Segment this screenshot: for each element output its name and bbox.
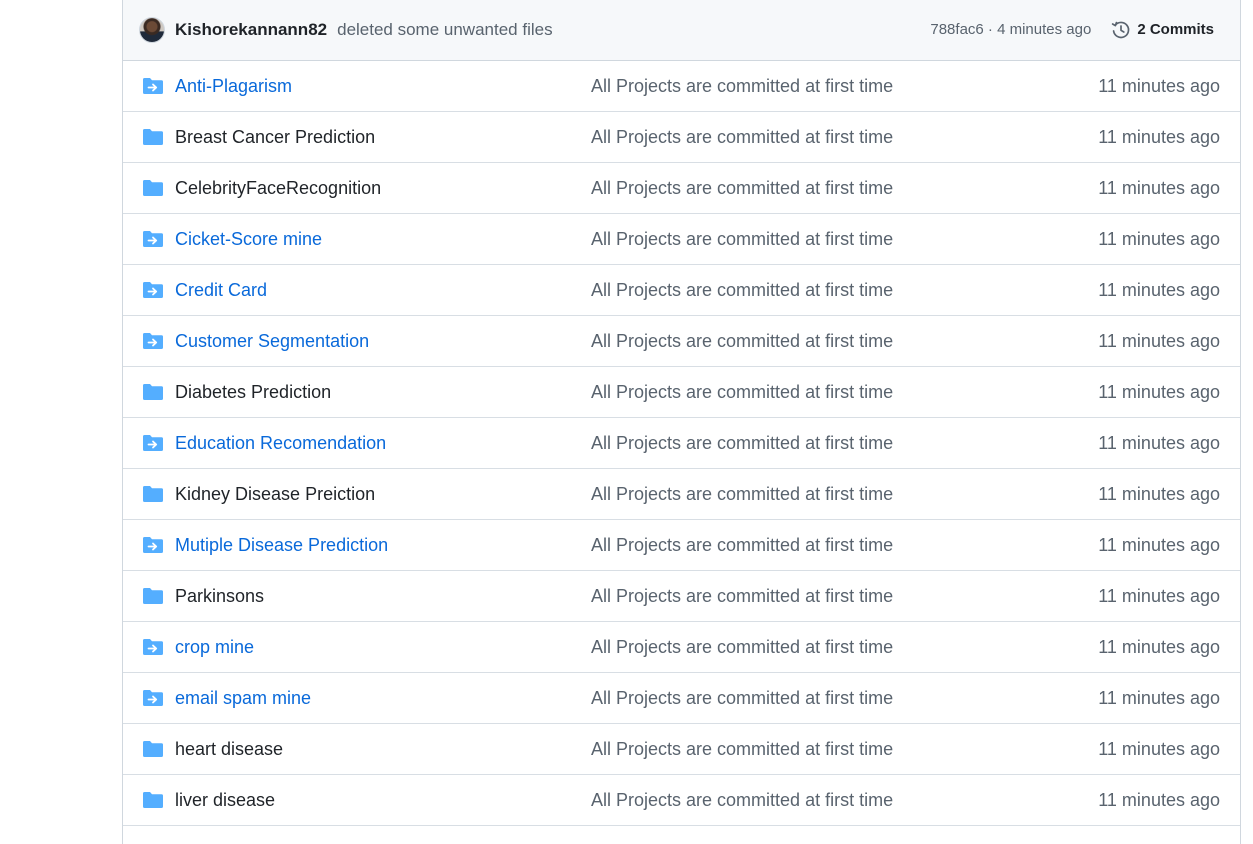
file-name[interactable]: CelebrityFaceRecognition: [175, 178, 591, 199]
latest-commit-bar: Kishorekannann82 deleted some unwanted f…: [123, 0, 1240, 61]
file-row[interactable]: Credit Card All Projects are committed a…: [123, 265, 1240, 316]
file-commit-message[interactable]: All Projects are committed at first time: [591, 535, 1098, 556]
file-row[interactable]: CelebrityFaceRecognition All Projects ar…: [123, 163, 1240, 214]
file-row[interactable]: Customer Segmentation All Projects are c…: [123, 316, 1240, 367]
file-row[interactable]: Parkinsons All Projects are committed at…: [123, 571, 1240, 622]
commit-author[interactable]: Kishorekannann82: [175, 20, 327, 40]
file-name[interactable]: Diabetes Prediction: [175, 382, 591, 403]
file-commit-age: 11 minutes ago: [1098, 789, 1220, 810]
file-row[interactable]: Anti-Plagarism All Projects are committe…: [123, 61, 1240, 112]
file-commit-message[interactable]: All Projects are committed at first time: [591, 433, 1098, 454]
file-commit-age: 11 minutes ago: [1098, 228, 1220, 249]
file-commit-message[interactable]: All Projects are committed at first time: [591, 280, 1098, 301]
submodule-folder-icon: [142, 638, 164, 656]
history-icon: [1112, 21, 1130, 38]
file-commit-age: 11 minutes ago: [1098, 126, 1220, 147]
file-list: Anti-Plagarism All Projects are committe…: [123, 61, 1240, 826]
file-name[interactable]: email spam mine: [175, 688, 591, 709]
file-name[interactable]: Kidney Disease Preiction: [175, 484, 591, 505]
file-commit-message[interactable]: All Projects are committed at first time: [591, 484, 1098, 505]
file-commit-age: 11 minutes ago: [1098, 636, 1220, 657]
file-commit-age: 11 minutes ago: [1098, 585, 1220, 606]
file-commit-message[interactable]: All Projects are committed at first time: [591, 586, 1098, 607]
file-commit-message[interactable]: All Projects are committed at first time: [591, 178, 1098, 199]
file-name[interactable]: Customer Segmentation: [175, 331, 591, 352]
file-commit-age: 11 minutes ago: [1098, 279, 1220, 300]
commits-button[interactable]: 2 Commits: [1111, 20, 1214, 40]
file-row[interactable]: Kidney Disease Preiction All Projects ar…: [123, 469, 1240, 520]
file-commit-age: 11 minutes ago: [1098, 330, 1220, 351]
file-row[interactable]: Breast Cancer Prediction All Projects ar…: [123, 112, 1240, 163]
file-name[interactable]: Education Recomendation: [175, 433, 591, 454]
file-commit-message[interactable]: All Projects are committed at first time: [591, 331, 1098, 352]
folder-icon: [142, 179, 164, 197]
submodule-folder-icon: [142, 281, 164, 299]
folder-icon: [142, 383, 164, 401]
commit-message[interactable]: deleted some unwanted files: [337, 20, 552, 40]
file-name[interactable]: liver disease: [175, 790, 591, 811]
file-commit-message[interactable]: All Projects are committed at first time: [591, 790, 1098, 811]
file-commit-age: 11 minutes ago: [1098, 687, 1220, 708]
file-commit-message[interactable]: All Projects are committed at first time: [591, 76, 1098, 97]
file-row[interactable]: liver disease All Projects are committed…: [123, 775, 1240, 826]
file-name[interactable]: Cicket-Score mine: [175, 229, 591, 250]
folder-icon: [142, 485, 164, 503]
commits-count-label: 2 Commits: [1137, 21, 1214, 38]
file-name[interactable]: Breast Cancer Prediction: [175, 127, 591, 148]
file-name[interactable]: crop mine: [175, 637, 591, 658]
folder-icon: [142, 740, 164, 758]
submodule-folder-icon: [142, 332, 164, 350]
submodule-folder-icon: [142, 77, 164, 95]
folder-icon: [142, 791, 164, 809]
file-row[interactable]: heart disease All Projects are committed…: [123, 724, 1240, 775]
file-name[interactable]: Mutiple Disease Prediction: [175, 535, 591, 556]
file-commit-age: 11 minutes ago: [1098, 483, 1220, 504]
file-name[interactable]: Parkinsons: [175, 586, 591, 607]
submodule-folder-icon: [142, 689, 164, 707]
file-row[interactable]: Education Recomendation All Projects are…: [123, 418, 1240, 469]
file-commit-message[interactable]: All Projects are committed at first time: [591, 229, 1098, 250]
file-commit-age: 11 minutes ago: [1098, 381, 1220, 402]
commit-meta[interactable]: 788fac6 · 4 minutes ago: [930, 21, 1091, 38]
file-row[interactable]: Diabetes Prediction All Projects are com…: [123, 367, 1240, 418]
file-commit-age: 11 minutes ago: [1098, 177, 1220, 198]
file-row[interactable]: Mutiple Disease Prediction All Projects …: [123, 520, 1240, 571]
file-row[interactable]: email spam mine All Projects are committ…: [123, 673, 1240, 724]
folder-icon: [142, 128, 164, 146]
file-commit-age: 11 minutes ago: [1098, 432, 1220, 453]
file-commit-age: 11 minutes ago: [1098, 75, 1220, 96]
file-name[interactable]: Anti-Plagarism: [175, 76, 591, 97]
file-commit-message[interactable]: All Projects are committed at first time: [591, 382, 1098, 403]
avatar[interactable]: [139, 16, 165, 43]
file-row[interactable]: Cicket-Score mine All Projects are commi…: [123, 214, 1240, 265]
submodule-folder-icon: [142, 230, 164, 248]
file-name[interactable]: Credit Card: [175, 280, 591, 301]
file-commit-age: 11 minutes ago: [1098, 738, 1220, 759]
file-commit-message[interactable]: All Projects are committed at first time: [591, 637, 1098, 658]
file-commit-message[interactable]: All Projects are committed at first time: [591, 127, 1098, 148]
file-commit-message[interactable]: All Projects are committed at first time: [591, 739, 1098, 760]
file-browser: Kishorekannann82 deleted some unwanted f…: [122, 0, 1241, 844]
file-name[interactable]: heart disease: [175, 739, 591, 760]
folder-icon: [142, 587, 164, 605]
file-commit-age: 11 minutes ago: [1098, 534, 1220, 555]
file-row[interactable]: crop mine All Projects are committed at …: [123, 622, 1240, 673]
file-commit-message[interactable]: All Projects are committed at first time: [591, 688, 1098, 709]
submodule-folder-icon: [142, 536, 164, 554]
submodule-folder-icon: [142, 434, 164, 452]
